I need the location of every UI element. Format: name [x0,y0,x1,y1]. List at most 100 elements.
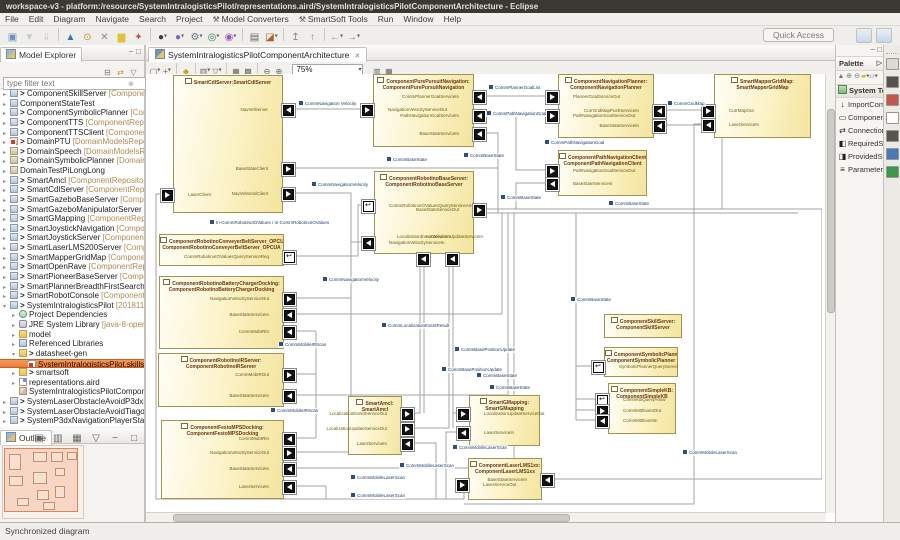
print-diagram-icon[interactable]: ▩ [242,61,254,72]
connection-label[interactable]: CommBaseState [463,153,505,159]
tree-item-smartmappergridmap[interactable]: ▸> SmartMapperGridMap [ComponentRe [0,253,144,263]
collapsed-arrow-icon[interactable]: ▸ [3,284,10,292]
palette-section-system-tools[interactable]: System Tools [836,85,884,98]
note-tool-icon[interactable]: ▰▾ [861,71,869,82]
palette-item-provided-service[interactable]: ◨ProvidedSer... [836,150,884,163]
connection-label[interactable]: CommMobileLaserScan [399,463,455,469]
grid-icon[interactable]: ▦ [383,61,395,72]
maximize-icon[interactable]: □ [136,47,141,56]
validate-icon[interactable]: ▲ [63,27,78,42]
component-componentpathnavigationclient[interactable]: ComponentPathNavigationClient:ComponentP… [558,150,647,196]
palette-item-required-service[interactable]: ◧RequiredSer... [836,137,884,150]
collapsed-arrow-icon[interactable]: ▸ [3,207,10,215]
collapsed-arrow-icon[interactable]: ▸ [3,130,10,138]
port-server-icon[interactable] [284,482,295,493]
tree-item-componenttts[interactable]: ▸> ComponentTTS [ComponentReposito [0,118,144,128]
maximize-icon[interactable]: □ [877,45,882,54]
component-componentnavigationplanner[interactable]: ComponentNavigationPlanner:ComponentNavi… [558,74,654,138]
collapsed-arrow-icon[interactable]: ▸ [3,226,10,234]
wizard-icon[interactable]: ✦ [131,27,146,42]
tree-item-domainptu[interactable]: ▸> DomainPTU [DomainModelsReposito [0,137,144,147]
collapsed-arrow-icon[interactable]: ▸ [3,293,10,301]
collapsed-arrow-icon[interactable]: ▸ [3,245,10,253]
filters-icon[interactable]: ▽▾ [211,61,223,72]
port-server-icon[interactable] [283,105,294,116]
menu-smartsoft-tools[interactable]: ⚒SmartSoft Tools [294,13,373,26]
port-server-icon[interactable] [284,391,295,402]
port-server-icon[interactable] [547,179,558,190]
connection-label[interactable]: CommBaseState [476,373,518,379]
link-editor-icon[interactable]: ⇄ [115,62,126,72]
select-tool-icon[interactable]: ▲ [837,71,845,82]
palette-item-component[interactable]: ▭ComponentI... [836,111,884,124]
tab-diagram-editor[interactable]: SystemIntralogisticsPilotComponentArchit… [148,47,367,62]
port-server-icon[interactable] [654,106,665,117]
hide-show-icon[interactable]: ▥▾ [199,61,211,72]
minimize-icon[interactable]: − [870,45,875,54]
collapsed-arrow-icon[interactable]: ▸ [12,332,19,340]
search-icon[interactable]: ⊙ [80,27,95,42]
component-smartamcl[interactable]: SmartAmcl:SmartAmclLocalizationEventServ… [348,396,402,455]
tree-item-componentsymbolicplanner[interactable]: ▸> ComponentSymbolicPlanner [Compon [0,108,144,118]
collapsed-arrow-icon[interactable]: ▸ [3,399,10,407]
diagram-canvas[interactable]: SmartCdlServer:SmartCdlServerNavVelServe… [146,74,826,513]
port-server-icon[interactable] [284,310,295,321]
component-componentsymbolicplanner[interactable]: ComponentSymbolicPlanner:ComponentSymbol… [604,347,678,377]
print-icon[interactable]: ▤ [247,27,262,42]
port-server-icon[interactable] [474,129,485,140]
component-componentrobotinoconveyerbeltserver[interactable]: ComponentRobotinoConveyerBeltServer_OPCU… [159,234,284,266]
tree-item-componentttsclient[interactable]: ▸> ComponentTTSClient [ComponentRep [0,128,144,138]
shape-tool-icon[interactable]: ▱▾ [869,71,877,82]
component-componentrobotinoirserver[interactable]: ComponentRobotinoIRServer:ComponentRobot… [158,353,284,407]
connection-label[interactable]: CommNavigationVelocity [322,277,380,283]
menu-project[interactable]: Project [171,13,207,25]
tree-item-smartamcl[interactable]: ▸> SmartAmcl [ComponentRepository ma [0,176,144,186]
connection-label[interactable]: CommBaseState [500,195,542,201]
tree-item-smartopenrave[interactable]: ▸> SmartOpenRave [ComponentReposit [0,262,144,272]
port-client-icon[interactable] [457,480,468,491]
connection-label[interactable]: CommPlannerGoalList [488,85,541,91]
port-client-icon[interactable] [547,166,558,177]
component-componentfestompsdocking[interactable]: ComponentFestoMPSDocking:ComponentFestoM… [161,420,284,499]
collapsed-arrow-icon[interactable]: ▸ [3,149,10,157]
port-client-icon[interactable] [283,189,294,200]
port-client-icon[interactable] [402,424,413,435]
component-componentpurepursuitnavigation[interactable]: ComponentPurePursuitNavigation:Component… [373,74,474,147]
collapsed-arrow-icon[interactable]: ▸ [12,380,19,388]
tree-item-systemintralogisticspilot[interactable]: ▾> SystemIntralogisticsPilot [20181123-D [0,301,144,311]
quick-access-button[interactable]: Quick Access [763,28,834,42]
tree-item-systemlaserobstacleavoidtiagogaze[interactable]: ▸> SystemLaserObstacleAvoidTiagoGaze [0,407,144,417]
collapse-all-icon[interactable]: ⊟ [102,62,113,72]
close-icon[interactable]: ✕ [354,53,360,60]
perspective-icon[interactable] [856,28,872,43]
connection-label[interactable]: CommLocalizationEventResult [381,323,450,329]
port-query-icon[interactable] [363,201,374,212]
component-componentrobotinobatterychargerdocking[interactable]: ComponentRobotinoBatteryChargerDocking:C… [159,276,284,349]
tree-item-systemp3dxnavigationplayerstagesi[interactable]: ▸> SystemP3dxNavigationPlayerStageSi [0,416,144,426]
port-server-icon[interactable] [458,428,469,439]
collapsed-arrow-icon[interactable]: ▸ [3,197,10,205]
collapsed-arrow-icon[interactable]: ▸ [3,120,10,128]
collapsed-arrow-icon[interactable]: ▸ [3,418,10,426]
port-server-icon[interactable] [363,238,374,249]
port-client-icon[interactable] [284,294,295,305]
connection-label[interactable]: CommPathNavigationGoal [544,140,605,146]
collapsed-arrow-icon[interactable]: ▸ [3,216,10,224]
connection-label[interactable]: In-CommRobotinoIOValues / In-CommRobotin… [209,220,330,226]
zoom-out-tool-icon[interactable]: ⊖ [853,71,861,82]
menu-navigate[interactable]: Navigate [90,13,134,25]
connection-label[interactable]: CommGridMap [667,101,706,107]
outline-thumbnail[interactable] [2,445,84,519]
tree-item-representations-aird[interactable]: ▸representations.aird [0,378,144,388]
connection-label[interactable]: CommBaseState [386,157,428,163]
palette-header[interactable]: Palette▷ [836,56,884,71]
tree-item-smartcdlserver[interactable]: ▸> SmartCdlServer [ComponentReposito [0,185,144,195]
scrollbar-thumb[interactable] [173,514,569,522]
tree-item-systemintralogisticspilot-skills-json[interactable]: SystemIntralogisticsPilot.skills.json [0,359,144,369]
profile-icon[interactable]: ◉▾ [223,27,238,42]
arrange-icon[interactable]: ◆ [180,61,192,72]
minimize-icon[interactable]: − [106,431,121,446]
collapsed-arrow-icon[interactable]: ▸ [3,255,10,263]
cut-icon[interactable]: ✕ [97,27,112,42]
port-server-icon[interactable] [418,254,429,265]
